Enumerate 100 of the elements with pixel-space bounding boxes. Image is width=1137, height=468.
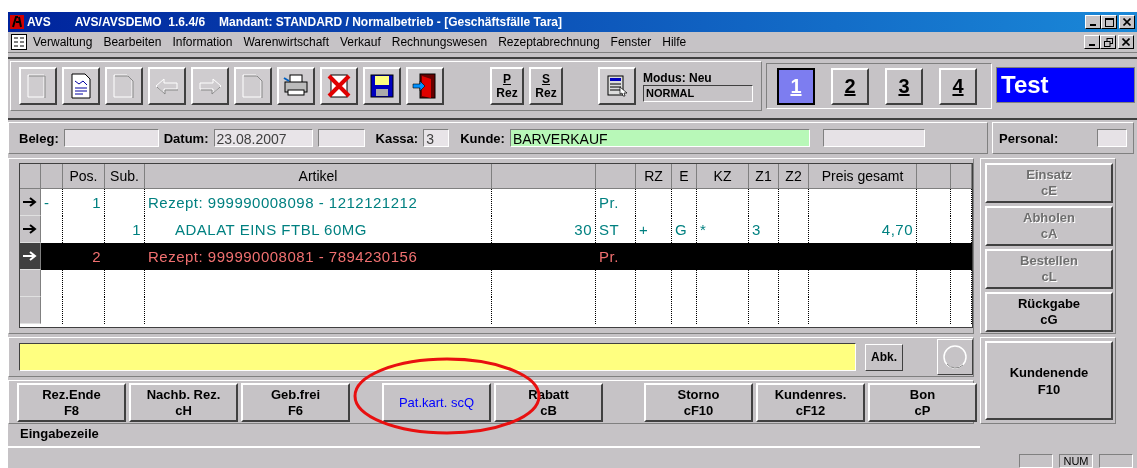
menu-item[interactable]: Fenster [610, 35, 652, 49]
table-cell: Rezept: 999990008098 - 1212121212 [145, 189, 492, 216]
row-indicator[interactable] [20, 216, 41, 243]
menu-item[interactable]: Rechnungswesen [391, 35, 488, 49]
column-header: KZ [697, 164, 749, 189]
column-header: Preis gesamt [809, 164, 917, 189]
tab[interactable]: 3 [885, 67, 923, 105]
tab[interactable]: 4 [939, 67, 977, 105]
table-cell: Pr. [596, 189, 636, 216]
column-header: Z2 [779, 164, 809, 189]
banner-label: Test [996, 67, 1135, 103]
status-pane [1019, 454, 1053, 468]
function-button[interactable]: Bon cP [868, 383, 977, 422]
toolbar-button[interactable] [148, 67, 186, 105]
column-header: Z1 [749, 164, 779, 189]
menu-item[interactable]: Verkauf [340, 35, 381, 49]
close-button[interactable] [1119, 15, 1135, 29]
toolbar-button[interactable] [406, 67, 444, 105]
menu-item[interactable]: Hilfe [662, 35, 687, 49]
toolbar-button[interactable] [363, 67, 401, 105]
table-row[interactable]: - 1 Rezept: 999990008098 - 1212121212 Pr. [20, 189, 972, 216]
function-button[interactable]: Storno cF10 [644, 383, 753, 422]
column-header: Artikel [145, 164, 492, 189]
date-field[interactable]: 23.08.2007 [213, 129, 313, 147]
save-icon [368, 72, 396, 100]
column-header: E [672, 164, 697, 189]
status-label: Eingabezeile [8, 424, 980, 448]
toolbar-button[interactable] [105, 67, 143, 105]
maximize-icon [1104, 17, 1114, 27]
status-pane: NUM [1059, 454, 1093, 468]
close-icon [1122, 38, 1130, 46]
document-menu-icon [11, 34, 27, 50]
menu-item[interactable]: Information [172, 35, 233, 49]
form-pointer-icon [605, 74, 629, 98]
toolbar-button[interactable] [234, 67, 272, 105]
close-icon [1123, 18, 1131, 26]
function-button[interactable]: Kundenres. cF12 [756, 383, 865, 422]
customer-end-button[interactable]: Kundenende F10 [985, 341, 1113, 420]
function-button[interactable]: Rez.Ende F8 [17, 383, 126, 422]
restore-button[interactable] [1100, 35, 1116, 49]
circle-icon [942, 344, 969, 370]
field-label: Beleg: [19, 130, 59, 146]
minimize-button[interactable] [1084, 35, 1100, 49]
window-title: AVS/AVSDEMO 1.6.4/6 [74, 15, 206, 29]
column-header: RZ [636, 164, 672, 189]
menu-item[interactable]: Rezeptabrechnung [498, 35, 600, 49]
table-cell: Rezept: 999990008081 - 7894230156 [145, 243, 492, 270]
text-toolbar-button[interactable]: P Rez [490, 67, 524, 105]
field-label: Datum: [163, 130, 209, 146]
exit-door-icon [411, 72, 439, 100]
tab[interactable]: 2 [831, 67, 869, 105]
function-button[interactable]: Pat.kart. scQ [382, 383, 491, 422]
staff-field[interactable] [1097, 129, 1127, 147]
toolbar-button[interactable] [19, 67, 57, 105]
column-header: Sub. [105, 164, 145, 189]
field-label: Personal: [999, 130, 1059, 146]
input-field[interactable] [822, 129, 925, 147]
row-indicator[interactable] [20, 189, 41, 216]
abbreviation-button[interactable]: Abk. [864, 343, 904, 371]
column-header [20, 164, 41, 189]
table-cell: 2 [63, 243, 105, 270]
arrow-icon [23, 224, 37, 234]
minimize-button[interactable] [1085, 15, 1101, 29]
register-field[interactable]: 3 [423, 129, 450, 147]
toolbar-button[interactable] [62, 67, 100, 105]
arrow-icon [23, 251, 37, 261]
arrow-icon [23, 197, 37, 207]
menu-item[interactable]: Verwaltung [33, 35, 93, 49]
function-button[interactable]: Nachb. Rez. cH [129, 383, 238, 422]
column-header: Pos. [63, 164, 105, 189]
text-toolbar-button[interactable]: S Rez [529, 67, 563, 105]
menu-item[interactable]: Bearbeiten [103, 35, 162, 49]
menu-item[interactable]: Warenwirtschaft [243, 35, 330, 49]
app-name: AVS [27, 15, 51, 29]
close-button[interactable] [1118, 35, 1134, 49]
input-field[interactable] [63, 129, 159, 147]
function-button[interactable]: Geb.frei F6 [241, 383, 350, 422]
row-indicator[interactable] [20, 243, 41, 270]
status-pane [1099, 454, 1133, 468]
toolbar-button[interactable] [598, 67, 636, 105]
input-field[interactable] [19, 343, 856, 371]
customer-field[interactable]: BARVERKAUF [509, 129, 810, 147]
round-button[interactable] [937, 339, 973, 375]
input-field[interactable] [317, 129, 365, 147]
toolbar-button[interactable] [277, 67, 315, 105]
field-label: Kassa: [375, 130, 419, 146]
mode-field: NORMAL [643, 84, 753, 102]
table-row[interactable]: 2 Rezept: 999990008081 - 7894230156 Pr. [20, 243, 972, 270]
toolbar-button[interactable] [320, 67, 358, 105]
table-cell: 1 [63, 189, 105, 216]
maximize-button[interactable] [1101, 15, 1117, 29]
table-cell: Pr. [596, 243, 636, 270]
delete-icon [325, 72, 353, 100]
column-header [41, 164, 63, 189]
side-button[interactable]: Rückgabe cG [985, 292, 1113, 332]
table-cell: - [41, 189, 63, 216]
mode-label: Modus: Neu [643, 70, 713, 85]
toolbar-button[interactable] [191, 67, 229, 105]
app-logo-icon [10, 15, 24, 29]
restore-icon [1103, 37, 1113, 47]
